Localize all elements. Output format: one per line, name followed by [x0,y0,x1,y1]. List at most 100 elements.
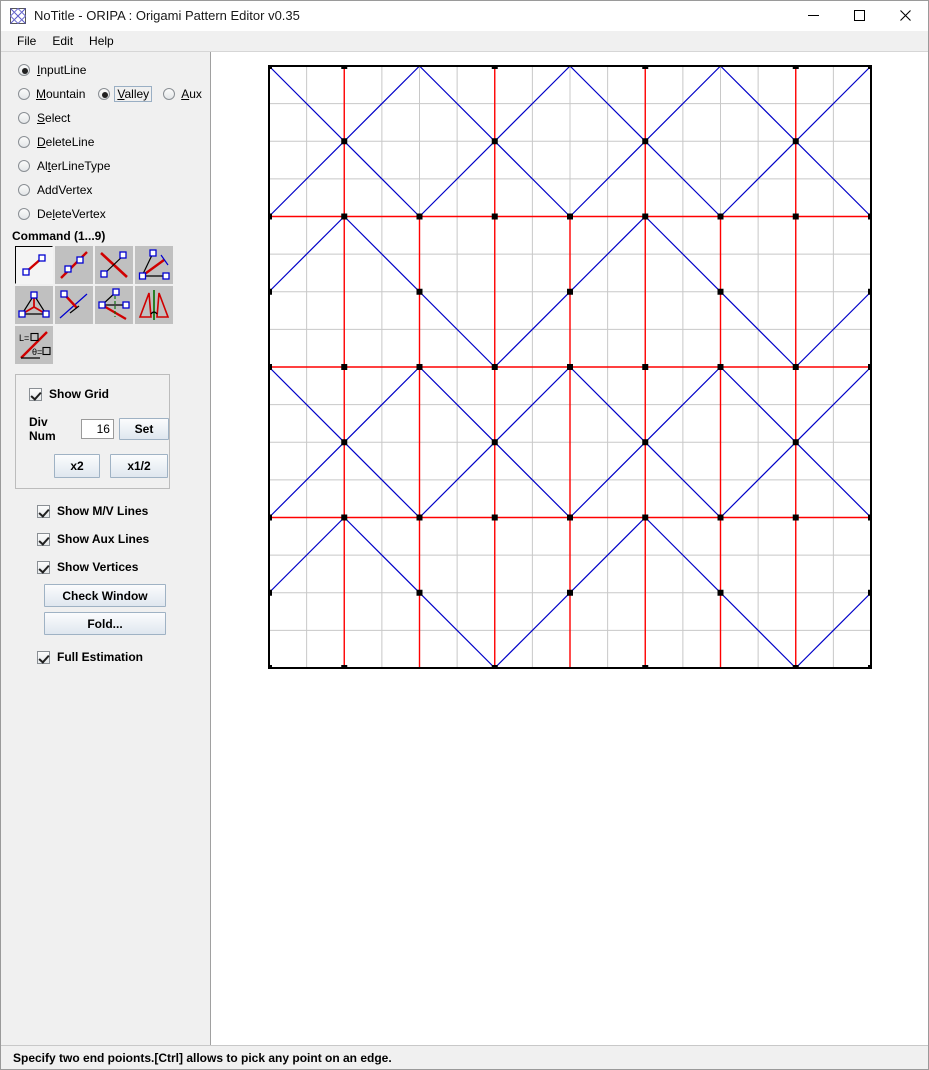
crease-vertex[interactable] [792,364,799,370]
crease-vertex[interactable] [416,213,423,220]
line-type-mountain-label[interactable]: Mountain [36,87,85,101]
crease-vertex[interactable] [341,138,348,145]
menu-help[interactable]: Help [81,32,122,51]
show-vertices-row[interactable]: Show Vertices [37,553,210,581]
mode-deleteline[interactable]: DeleteLine [1,130,210,154]
crease-vertex[interactable] [717,288,724,295]
cmd-line-to-line-button[interactable] [95,246,133,284]
crease-vertex[interactable] [268,589,272,596]
crease-vertex[interactable] [341,364,348,370]
full-estimation-checkbox[interactable] [37,650,50,664]
crease-pattern-canvas[interactable] [211,52,928,1045]
crease-pattern-svg[interactable] [268,65,872,669]
crease-vertex[interactable] [792,439,799,446]
show-grid-checkbox[interactable] [29,387,42,401]
crease-vertex[interactable] [642,364,649,370]
minimize-button[interactable] [790,1,836,31]
grid-xhalf-button[interactable]: x1/2 [110,454,168,478]
line-type-aux-label[interactable]: Aux [181,87,202,101]
radio-addvertex[interactable] [18,184,30,196]
radio-deleteline[interactable] [18,136,30,148]
crease-vertex[interactable] [717,589,724,596]
crease-vertex[interactable] [491,514,498,521]
crease-vertex[interactable] [341,514,348,521]
crease-vertex[interactable] [792,65,799,69]
crease-vertex[interactable] [642,65,649,69]
show-grid-row[interactable]: Show Grid [16,383,169,405]
crease-vertex[interactable] [868,364,872,370]
cmd-symmetric-button[interactable] [95,286,133,324]
crease-vertex[interactable] [341,439,348,446]
menu-edit[interactable]: Edit [44,32,81,51]
crease-vertex[interactable] [268,65,272,69]
cmd-mirror-copy-button[interactable] [135,286,173,324]
crease-vertex[interactable] [491,364,498,370]
crease-vertex[interactable] [567,589,573,596]
crease-vertex[interactable] [491,138,498,145]
crease-vertex[interactable] [642,213,649,220]
crease-vertex[interactable] [868,213,872,220]
mode-addvertex[interactable]: AddVertex [1,178,210,202]
crease-vertex[interactable] [341,665,348,669]
menu-file[interactable]: File [9,32,44,51]
cmd-segment-button[interactable] [15,246,53,284]
crease-vertex[interactable] [868,514,872,521]
check-window-button[interactable]: Check Window [44,584,166,607]
crease-vertex[interactable] [868,65,872,69]
crease-vertex[interactable] [642,514,649,521]
crease-vertex[interactable] [792,138,799,145]
maximize-button[interactable] [836,1,882,31]
crease-vertex[interactable] [642,138,649,145]
crease-vertex[interactable] [868,589,872,596]
cmd-angle-bisector-button[interactable] [135,246,173,284]
crease-vertex[interactable] [717,213,724,220]
crease-vertex[interactable] [792,514,799,521]
crease-vertex[interactable] [491,665,498,669]
crease-vertex[interactable] [341,213,348,220]
full-estimation-row[interactable]: Full Estimation [37,643,210,671]
crease-vertex[interactable] [268,514,272,521]
set-button[interactable]: Set [118,418,169,440]
show-mv-lines-checkbox[interactable] [37,504,50,518]
crease-vertex[interactable] [642,439,649,446]
radio-mountain[interactable] [18,88,30,100]
line-type-valley-label[interactable]: Valley [114,86,153,102]
crease-vertex[interactable] [416,589,423,596]
radio-inputline[interactable] [18,64,30,76]
crease-vertex[interactable] [268,288,272,295]
crease-vertex[interactable] [268,364,272,370]
mode-alterlinetype[interactable]: AlterLineType [1,154,210,178]
crease-vertex[interactable] [792,665,799,669]
crease-vertex[interactable] [268,665,272,669]
crease-vertex[interactable] [567,213,573,220]
crease-vertex[interactable] [491,213,498,220]
mode-deletevertex[interactable]: DeleteVertex [1,202,210,226]
cmd-triangle-insert-button[interactable] [15,286,53,324]
crease-vertex[interactable] [717,514,724,521]
radio-deletevertex[interactable] [18,208,30,220]
mode-select[interactable]: Select [1,106,210,130]
crease-vertex[interactable] [792,213,799,220]
radio-valley[interactable] [98,88,111,100]
radio-select[interactable] [18,112,30,124]
div-num-input[interactable] [80,419,114,439]
radio-alterlinetype[interactable] [18,160,30,172]
crease-vertex[interactable] [567,364,573,370]
crease-vertex[interactable] [642,665,649,669]
crease-vertex[interactable] [567,288,573,295]
crease-vertex[interactable] [491,439,498,446]
crease-vertex[interactable] [491,65,498,69]
crease-vertex[interactable] [268,213,272,220]
show-mv-lines-row[interactable]: Show M/V Lines [37,497,210,525]
mode-inputline[interactable]: InputLine [1,58,210,82]
cmd-ray-button[interactable] [55,246,93,284]
crease-vertex[interactable] [717,364,724,370]
crease-vertex[interactable] [341,65,348,69]
show-aux-lines-checkbox[interactable] [37,532,50,546]
cmd-perpendicular-button[interactable] [55,286,93,324]
crease-vertex[interactable] [868,288,872,295]
show-vertices-checkbox[interactable] [37,560,50,574]
fold-button[interactable]: Fold... [44,612,166,635]
crease-vertex[interactable] [416,364,423,370]
radio-aux[interactable] [163,88,176,100]
